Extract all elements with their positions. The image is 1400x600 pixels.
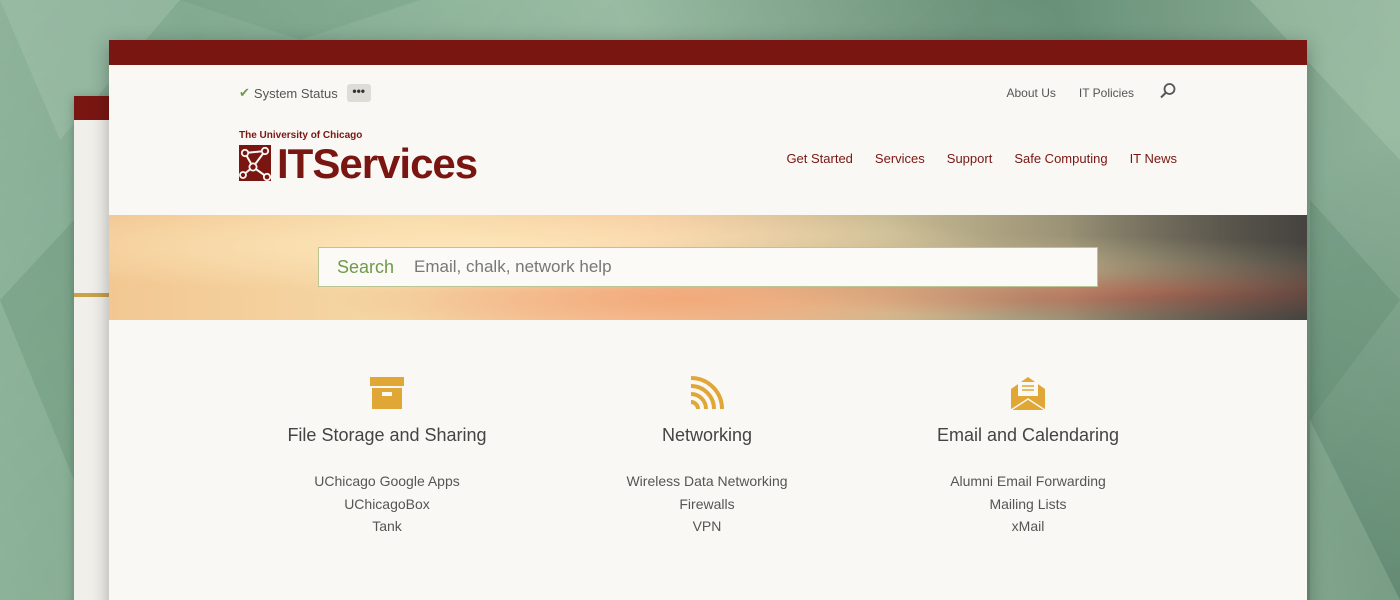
search-icon[interactable]	[1159, 82, 1177, 100]
category-title[interactable]: File Storage and Sharing	[227, 425, 547, 446]
category-title[interactable]: Email and Calendaring	[868, 425, 1188, 446]
top-brand-bar	[109, 40, 1307, 65]
it-policies-link[interactable]: IT Policies	[1079, 86, 1134, 100]
nav-safe-computing[interactable]: Safe Computing	[1014, 151, 1107, 166]
link-xmail[interactable]: xMail	[1012, 518, 1045, 534]
about-us-link[interactable]: About Us	[1007, 86, 1056, 100]
open-envelope-icon[interactable]	[1010, 375, 1046, 411]
search-label: Search	[337, 256, 395, 277]
link-alumni-email-forwarding[interactable]: Alumni Email Forwarding	[950, 473, 1106, 489]
it-services-logo[interactable]: The University of Chicago ITServices	[239, 130, 478, 187]
link-tank[interactable]: Tank	[372, 518, 402, 534]
check-icon: ✔	[239, 85, 250, 100]
link-uchicago-google-apps[interactable]: UChicago Google Apps	[314, 473, 460, 489]
utility-links: About Us IT Policies	[984, 82, 1178, 102]
website-card: ✔ System Status ••• About Us IT Policies…	[109, 40, 1307, 600]
link-wireless-data-networking[interactable]: Wireless Data Networking	[626, 473, 787, 489]
hero-banner: Search	[109, 215, 1307, 320]
wifi-signal-icon[interactable]	[689, 375, 725, 411]
system-status-label: System Status	[253, 85, 338, 101]
system-status-more-button[interactable]: •••	[346, 84, 371, 102]
main-navigation: Get Started Services Support Safe Comput…	[764, 151, 1177, 166]
category-title[interactable]: Networking	[547, 425, 867, 446]
category-networking: Networking Wireless Data Networking Fire…	[547, 375, 867, 538]
nav-services[interactable]: Services	[875, 151, 925, 166]
link-vpn[interactable]: VPN	[693, 518, 722, 534]
utility-row: ✔ System Status ••• About Us IT Policies	[239, 82, 1178, 104]
nav-support[interactable]: Support	[947, 151, 993, 166]
network-logo-icon	[239, 145, 272, 182]
site-search-box[interactable]: Search	[318, 247, 1098, 287]
it-services-wordmark: ITServices	[277, 140, 478, 187]
system-status[interactable]: ✔ System Status •••	[239, 84, 371, 102]
link-mailing-lists[interactable]: Mailing Lists	[989, 496, 1066, 512]
nav-get-started[interactable]: Get Started	[786, 151, 852, 166]
link-firewalls[interactable]: Firewalls	[679, 496, 734, 512]
nav-it-news[interactable]: IT News	[1130, 151, 1177, 166]
link-uchicagobox[interactable]: UChicagoBox	[344, 496, 430, 512]
category-file-storage: File Storage and Sharing UChicago Google…	[227, 375, 547, 538]
category-email-calendaring: Email and Calendaring Alumni Email Forwa…	[868, 375, 1188, 538]
archive-box-icon[interactable]	[369, 375, 405, 411]
background-page-accent	[74, 293, 114, 297]
search-input[interactable]	[414, 257, 1015, 277]
